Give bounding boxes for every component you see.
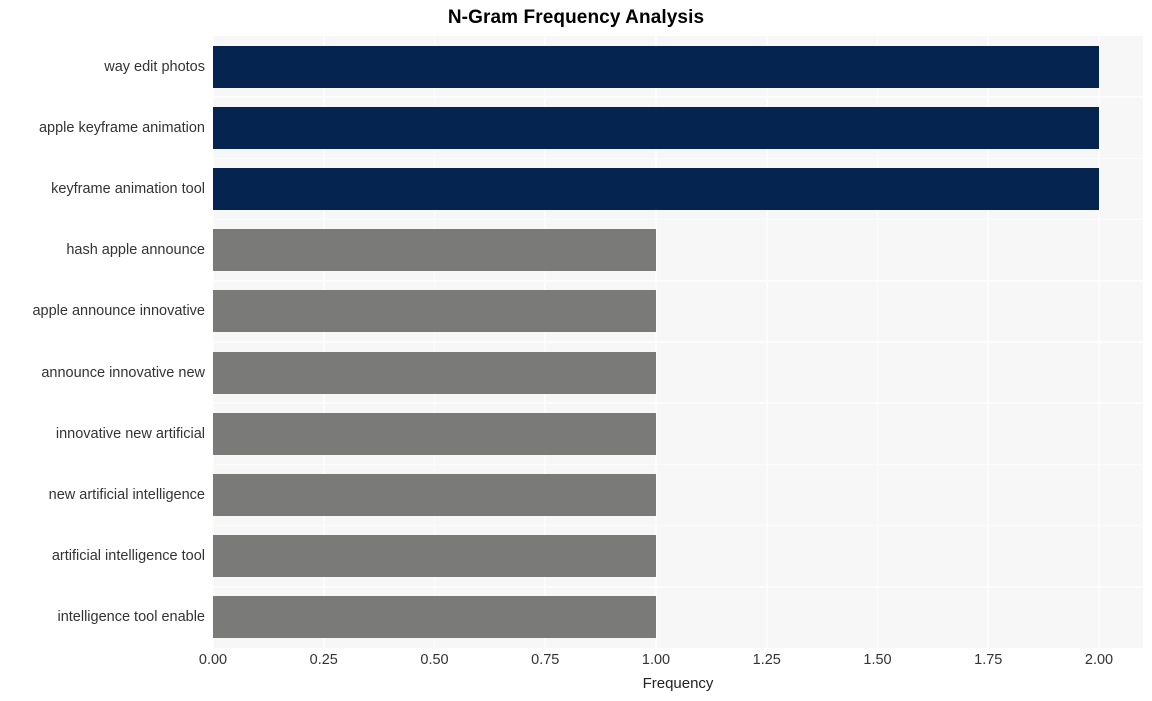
- x-axis-tick-label: 0.25: [309, 652, 338, 668]
- x-axis-tick-label: 1.75: [974, 652, 1003, 668]
- y-axis-tick-label: innovative new artificial: [55, 425, 205, 442]
- x-axis-tick-label: 0.75: [531, 652, 560, 668]
- y-axis-tick-label: new artificial intelligence: [48, 487, 205, 503]
- y-axis-tick-label: announce innovative new: [41, 364, 205, 381]
- y-axis-tick-label: artificial intelligence tool: [51, 548, 205, 565]
- chart-figure: N-Gram Frequency Analysis way edit photo…: [0, 0, 1152, 701]
- y-axis-tick-label: intelligence tool enable: [57, 609, 205, 626]
- y-axis-tick-label: apple announce innovative: [32, 303, 205, 320]
- x-axis-tick-label: 1.00: [641, 652, 671, 668]
- x-axis-label: Frequency: [642, 675, 714, 692]
- x-axis-tick-label: 1.25: [752, 652, 781, 668]
- y-axis-tick-label: way edit photos: [104, 58, 205, 75]
- y-axis-tick-label: keyframe animation tool: [51, 181, 205, 197]
- y-axis-tick-label: apple keyframe animation: [38, 119, 205, 136]
- y-axis-tick-labels: way edit photos apple keyframe animation k…: [0, 0, 1152, 701]
- x-axis-tick-label: 2.00: [1084, 652, 1114, 668]
- x-axis-tick-label: 0.00: [198, 652, 228, 668]
- y-axis-tick-label: hash apple announce: [66, 242, 205, 259]
- x-axis-tick-label: 1.50: [863, 652, 892, 668]
- x-axis-tick-label: 0.50: [420, 652, 449, 668]
